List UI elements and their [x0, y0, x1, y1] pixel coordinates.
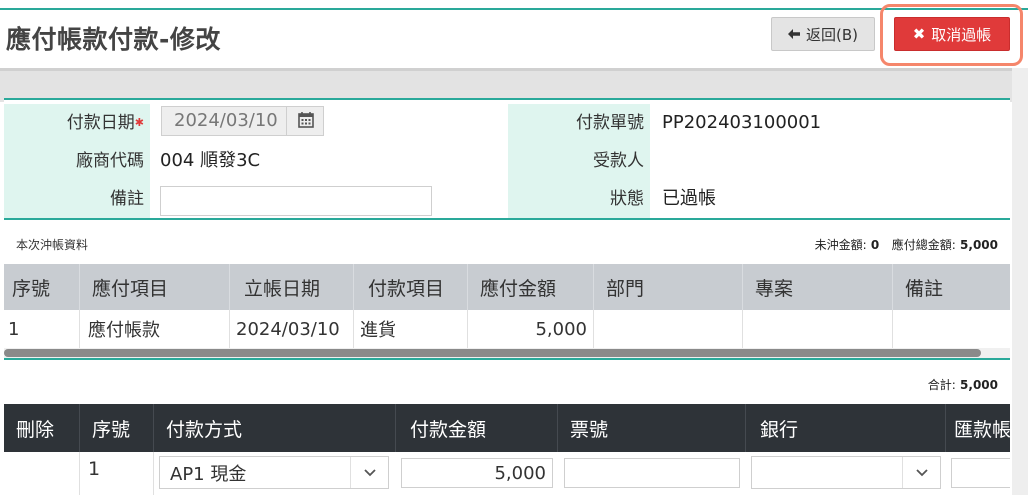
close-icon: ✖ — [912, 25, 926, 43]
total-payable-label: 應付總金額: — [891, 238, 956, 252]
payment-form: 付款日期✱ 2024/03/10 付款單號 PP202403100001 廠商代… — [4, 98, 1010, 218]
form-row-memo: 備註 狀態 已過帳 — [4, 180, 1010, 218]
offset-summary-bar: 本次沖帳資料 未沖金額: 0 應付總金額: 5,000 — [4, 218, 1010, 264]
status-value: 已過帳 — [662, 188, 716, 209]
row-delete[interactable] — [4, 452, 80, 495]
column-header: 匯款帳 — [954, 418, 1010, 441]
vertical-scrollbar[interactable] — [1012, 68, 1028, 495]
column-header: 付款金額 — [396, 404, 558, 452]
column-header: 銀行 — [746, 404, 946, 452]
back-button[interactable]: 返回(B) — [771, 17, 875, 51]
pay-no-value: PP202403100001 — [662, 112, 822, 133]
section-label: 本次沖帳資料 — [16, 238, 89, 252]
form-row-date: 付款日期✱ 2024/03/10 付款單號 PP202403100001 — [4, 104, 1010, 142]
back-button-label: 返回(B) — [806, 25, 858, 44]
date-picker-button[interactable] — [286, 106, 324, 136]
chevron-down-icon — [902, 457, 940, 488]
vendor-value: 004 順發3C — [160, 150, 261, 171]
column-header: 應付項目 — [80, 264, 230, 310]
summary-totals: 未沖金額: 0 應付總金額: 5,000 — [815, 236, 998, 253]
column-header: 票號 — [558, 404, 746, 452]
column-header: 應付金額 — [468, 264, 594, 310]
memo-label: 備註 — [4, 180, 150, 218]
row-memo — [893, 310, 1010, 348]
vendor-label: 廠商代碼 — [4, 142, 150, 180]
remittance-account-input[interactable] — [951, 458, 1010, 488]
payment-amount-input[interactable]: 5,000 — [401, 458, 553, 488]
row-seq: 1 — [80, 452, 154, 495]
bank-select[interactable] — [751, 456, 941, 489]
pay-no-label: 付款單號 — [508, 104, 650, 142]
column-header: 序號 — [4, 264, 80, 310]
cancel-posting-button[interactable]: ✖ 取消過帳 — [894, 17, 1010, 51]
pay-date-label: 付款日期✱ — [4, 104, 150, 142]
row-seq: 1 — [4, 310, 80, 348]
memo-input[interactable] — [160, 186, 432, 216]
column-header: 備註 — [905, 277, 944, 300]
toolbar-band — [0, 68, 1028, 102]
unoffset-label: 未沖金額: — [814, 238, 867, 252]
total-value: 5,000 — [960, 378, 998, 392]
cancel-button-label: 取消過帳 — [931, 25, 992, 44]
payment-total: 合計: 5,000 — [928, 376, 998, 393]
row-payable-item: 應付帳款 — [80, 310, 230, 348]
cheque-number-input[interactable] — [564, 458, 740, 488]
row-pay-item: 進貨 — [354, 310, 468, 348]
total-label: 合計: — [927, 378, 956, 392]
payment-method-select[interactable]: AP1 現金 — [159, 456, 389, 489]
column-header: 序號 — [80, 404, 154, 452]
horizontal-scrollbar[interactable] — [4, 348, 1010, 358]
table-row[interactable]: 1 應付帳款 2024/03/10 進貨 5,000 — [4, 310, 1010, 348]
row-amount: 5,000 — [468, 310, 594, 348]
row-post-date: 2024/03/10 — [230, 310, 354, 348]
unoffset-value: 0 — [870, 238, 880, 252]
page-title: 應付帳款付款-修改 — [6, 25, 221, 54]
payee-value — [654, 142, 662, 180]
scrollbar-thumb[interactable] — [4, 349, 981, 357]
row-project — [743, 310, 893, 348]
payee-label: 受款人 — [508, 142, 650, 180]
column-header: 立帳日期 — [230, 264, 354, 310]
total-payable-value: 5,000 — [960, 238, 998, 252]
payment-total-bar: 合計: 5,000 — [4, 358, 1010, 404]
payment-table-header: 刪除 序號 付款方式 付款金額 票號 銀行 匯款帳 — [4, 404, 1010, 452]
calendar-icon — [287, 112, 325, 139]
table-row[interactable]: 1 AP1 現金 5,000 — [4, 452, 1010, 495]
column-header: 刪除 — [4, 404, 80, 452]
status-label: 狀態 — [508, 180, 650, 218]
form-row-vendor: 廠商代碼 004 順發3C 受款人 — [4, 142, 1010, 180]
column-header: 部門 — [594, 264, 743, 310]
pay-date-input[interactable]: 2024/03/10 — [161, 106, 287, 136]
arrow-left-icon — [788, 25, 800, 43]
payment-method-value: AP1 現金 — [170, 463, 247, 485]
column-header: 付款方式 — [154, 404, 396, 452]
row-dept — [594, 310, 743, 348]
column-header: 付款項目 — [354, 264, 468, 310]
column-header: 專案 — [743, 264, 893, 310]
chevron-down-icon — [350, 457, 388, 488]
offset-table-header: 序號 應付項目 立帳日期 付款項目 應付金額 部門 專案 備註 — [4, 264, 1010, 310]
